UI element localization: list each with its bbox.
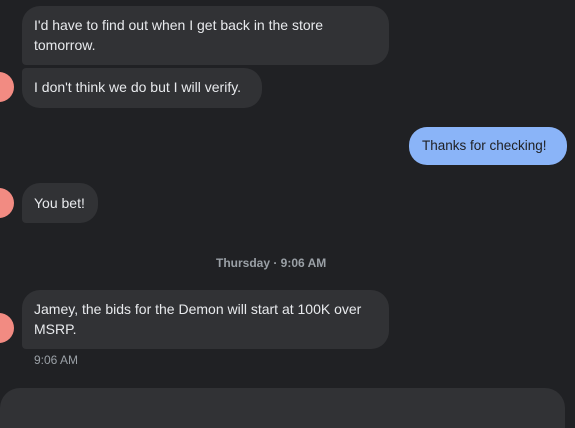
- message-text: I don't think we do but I will verify.: [34, 79, 242, 95]
- incoming-message-bubble[interactable]: You bet!: [22, 183, 98, 223]
- message-text: Thanks for checking!: [422, 138, 547, 153]
- outgoing-message-bubble[interactable]: Thanks for checking!: [409, 127, 567, 165]
- message-text: Jamey, the bids for the Demon will start…: [34, 301, 362, 337]
- incoming-message-bubble[interactable]: I don't think we do but I will verify.: [22, 68, 262, 108]
- message-text: You bet!: [34, 195, 85, 211]
- incoming-message-bubble[interactable]: Jamey, the bids for the Demon will start…: [22, 290, 389, 349]
- incoming-message-bubble[interactable]: I'd have to find out when I get back in …: [22, 6, 389, 65]
- contact-avatar[interactable]: [0, 188, 14, 218]
- message-timestamp: 9:06 AM: [34, 353, 79, 367]
- compose-bar[interactable]: [0, 388, 565, 428]
- contact-avatar[interactable]: [0, 313, 14, 343]
- contact-avatar[interactable]: [0, 72, 14, 102]
- day-divider-timestamp: Thursday · 9:06 AM: [216, 256, 327, 270]
- message-text: I'd have to find out when I get back in …: [34, 17, 324, 53]
